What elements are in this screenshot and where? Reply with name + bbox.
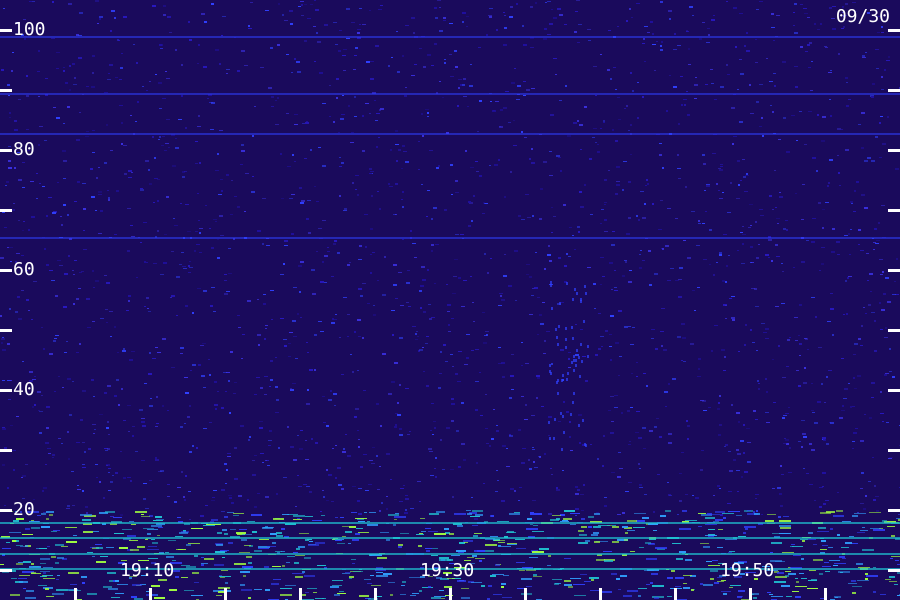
y-tick-right-60: [888, 269, 900, 272]
y-tick-right-100: [888, 29, 900, 32]
y-tick-right-90: [888, 89, 900, 92]
y-tick-left-90: [0, 89, 12, 92]
x-tick-20: [299, 588, 302, 600]
y-tick-right-20: [888, 509, 900, 512]
x-tick-45: [674, 588, 677, 600]
y-tick-left-20: [0, 509, 12, 512]
y-tick-right-30: [888, 449, 900, 452]
y-tick-label-100: 100: [13, 19, 46, 40]
y-tick-right-40: [888, 389, 900, 392]
y-tick-right-80: [888, 149, 900, 152]
x-tick-55: [824, 588, 827, 600]
date-label: 09/30: [835, 6, 890, 27]
x-tick-40: [599, 588, 602, 600]
spectrogram-plot: [0, 0, 900, 600]
y-tick-label-60: 60: [13, 259, 35, 280]
y-tick-label-20: 20: [13, 499, 35, 520]
y-tick-left-10: [0, 569, 12, 572]
y-tick-right-10: [888, 569, 900, 572]
x-tick-50: [749, 588, 752, 600]
y-tick-left-40: [0, 389, 12, 392]
x-tick-label-10: 19:10: [120, 560, 175, 581]
x-tick-10: [149, 588, 152, 600]
y-tick-left-80: [0, 149, 12, 152]
x-tick-35: [524, 588, 527, 600]
x-tick-label-50: 19:50: [720, 560, 775, 581]
y-tick-left-70: [0, 209, 12, 212]
x-tick-5: [74, 588, 77, 600]
y-tick-right-70: [888, 209, 900, 212]
plot-background: [0, 0, 900, 600]
x-tick-15: [224, 588, 227, 600]
y-tick-label-40: 40: [13, 379, 35, 400]
y-tick-label-80: 80: [13, 139, 35, 160]
y-tick-left-100: [0, 29, 12, 32]
x-tick-label-30: 19:30: [420, 560, 475, 581]
x-tick-25: [374, 588, 377, 600]
y-tick-right-50: [888, 329, 900, 332]
y-tick-left-60: [0, 269, 12, 272]
x-tick-30: [449, 588, 452, 600]
y-tick-left-30: [0, 449, 12, 452]
y-tick-left-50: [0, 329, 12, 332]
